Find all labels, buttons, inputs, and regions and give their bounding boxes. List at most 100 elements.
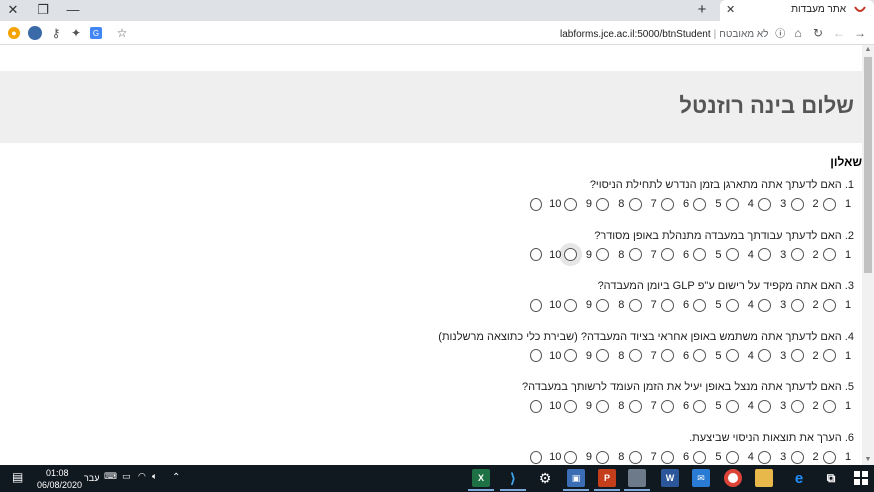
rating-option[interactable]: 3 (757, 399, 789, 413)
rating-radio[interactable] (596, 197, 610, 211)
rating-option[interactable]: 7 (627, 197, 659, 211)
rating-radio[interactable] (725, 298, 739, 312)
rating-radio[interactable] (563, 450, 577, 464)
window-close-button[interactable]: ✕ (4, 2, 22, 18)
scroll-down-icon[interactable]: ▼ (862, 455, 874, 465)
rating-option[interactable]: 7 (627, 298, 659, 312)
chrome-icon[interactable] (724, 469, 742, 487)
rating-option[interactable]: 9 (562, 298, 594, 312)
rating-option[interactable]: 3 (757, 197, 789, 211)
rating-radio[interactable] (628, 197, 642, 211)
rating-option[interactable]: 8 (595, 450, 627, 464)
rating-option[interactable]: 6 (660, 197, 692, 211)
powerpoint-icon[interactable]: P (594, 469, 620, 491)
rating-radio[interactable] (596, 248, 610, 262)
rating-option[interactable]: 6 (660, 450, 692, 464)
volume-icon[interactable]: 🔈︎ (152, 471, 157, 482)
wifi-icon[interactable]: ◠ (138, 471, 146, 482)
rating-radio[interactable] (725, 349, 739, 363)
rating-radio[interactable] (790, 450, 804, 464)
rating-option[interactable]: 7 (627, 248, 659, 262)
rating-option[interactable]: 2 (789, 450, 821, 464)
rating-option[interactable]: 1 (822, 399, 854, 413)
rating-option[interactable]: 3 (757, 298, 789, 312)
rating-radio[interactable] (661, 298, 675, 312)
rating-radio[interactable] (823, 298, 836, 312)
chrome-user-icon[interactable] (624, 469, 650, 491)
rating-radio[interactable] (661, 399, 675, 413)
rating-option[interactable]: 8 (595, 197, 627, 211)
forward-icon[interactable]: ← (831, 25, 847, 41)
notifications-icon[interactable]: ▤ (12, 470, 23, 484)
rating-radio[interactable] (758, 399, 772, 413)
rating-option[interactable]: 6 (660, 349, 692, 363)
mail-icon[interactable]: ✉ (692, 469, 710, 487)
rating-option[interactable]: 7 (627, 450, 659, 464)
rating-option[interactable]: 9 (562, 197, 594, 211)
rating-option[interactable]: 9 (562, 248, 594, 262)
rating-radio[interactable] (530, 399, 543, 413)
rating-radio[interactable] (758, 248, 772, 262)
rating-option[interactable]: 9 (562, 450, 594, 464)
rating-radio[interactable] (661, 349, 675, 363)
rating-radio[interactable] (693, 349, 707, 363)
rating-option[interactable]: 5 (692, 450, 724, 464)
rating-radio[interactable] (596, 298, 610, 312)
rating-radio[interactable] (758, 197, 772, 211)
rating-option[interactable]: 8 (595, 349, 627, 363)
rating-option[interactable]: 5 (692, 349, 724, 363)
rating-radio[interactable] (596, 399, 610, 413)
rating-radio[interactable] (693, 399, 707, 413)
rating-option[interactable]: 5 (692, 399, 724, 413)
file-explorer-icon[interactable] (755, 469, 773, 487)
rating-option[interactable]: 2 (789, 248, 821, 262)
rating-radio[interactable] (823, 349, 836, 363)
rating-option[interactable]: 3 (757, 349, 789, 363)
vscode-icon[interactable]: ⟩ (500, 469, 526, 491)
rating-radio[interactable] (758, 450, 772, 464)
rating-radio[interactable] (790, 248, 804, 262)
rating-option[interactable]: 10 (530, 298, 562, 312)
scroll-up-icon[interactable]: ▲ (862, 45, 874, 55)
rating-radio[interactable] (530, 349, 543, 363)
clock-time[interactable]: 01:08 (46, 468, 69, 478)
rating-option[interactable]: 5 (692, 298, 724, 312)
tray-expand-icon[interactable]: ⌃ (172, 472, 180, 483)
settings-icon[interactable]: ⚙ (536, 469, 554, 487)
rating-option[interactable]: 3 (757, 248, 789, 262)
remote-desktop-icon[interactable]: ▣ (563, 469, 589, 491)
rating-option[interactable]: 4 (724, 248, 756, 262)
rating-radio[interactable] (693, 248, 707, 262)
rating-radio[interactable] (628, 298, 642, 312)
rating-option[interactable]: 4 (724, 399, 756, 413)
rating-radio[interactable] (823, 399, 836, 413)
rating-radio[interactable] (596, 349, 610, 363)
rating-radio[interactable] (661, 450, 675, 464)
rating-radio[interactable] (823, 450, 836, 464)
back-icon[interactable]: → (852, 25, 868, 41)
browser-tab[interactable]: אתר מעבדות ✕ (720, 0, 874, 21)
scroll-thumb[interactable] (864, 57, 872, 273)
rating-radio[interactable] (530, 248, 543, 262)
rating-radio[interactable] (563, 349, 577, 363)
rating-option[interactable]: 9 (562, 349, 594, 363)
extension-orange-icon[interactable]: ● (8, 27, 20, 39)
rating-option[interactable]: 1 (822, 349, 854, 363)
page-scrollbar[interactable]: ▲ ▼ (862, 45, 874, 465)
rating-option[interactable]: 1 (822, 248, 854, 262)
rating-radio[interactable] (628, 399, 642, 413)
rating-radio[interactable] (530, 450, 543, 464)
clock-date[interactable]: 06/08/2020 (37, 480, 82, 490)
rating-option[interactable]: 2 (789, 349, 821, 363)
rating-option[interactable]: 6 (660, 248, 692, 262)
rating-radio[interactable] (790, 399, 804, 413)
rating-option[interactable]: 4 (724, 298, 756, 312)
rating-option[interactable]: 6 (660, 399, 692, 413)
task-view-icon[interactable]: ⧉ (822, 469, 840, 487)
windows-start-icon[interactable] (854, 471, 868, 485)
window-restore-button[interactable]: ❐ (34, 2, 52, 18)
rating-radio[interactable] (823, 248, 836, 262)
rating-radio[interactable] (628, 450, 642, 464)
rating-radio[interactable] (563, 298, 577, 312)
rating-option[interactable]: 8 (595, 298, 627, 312)
